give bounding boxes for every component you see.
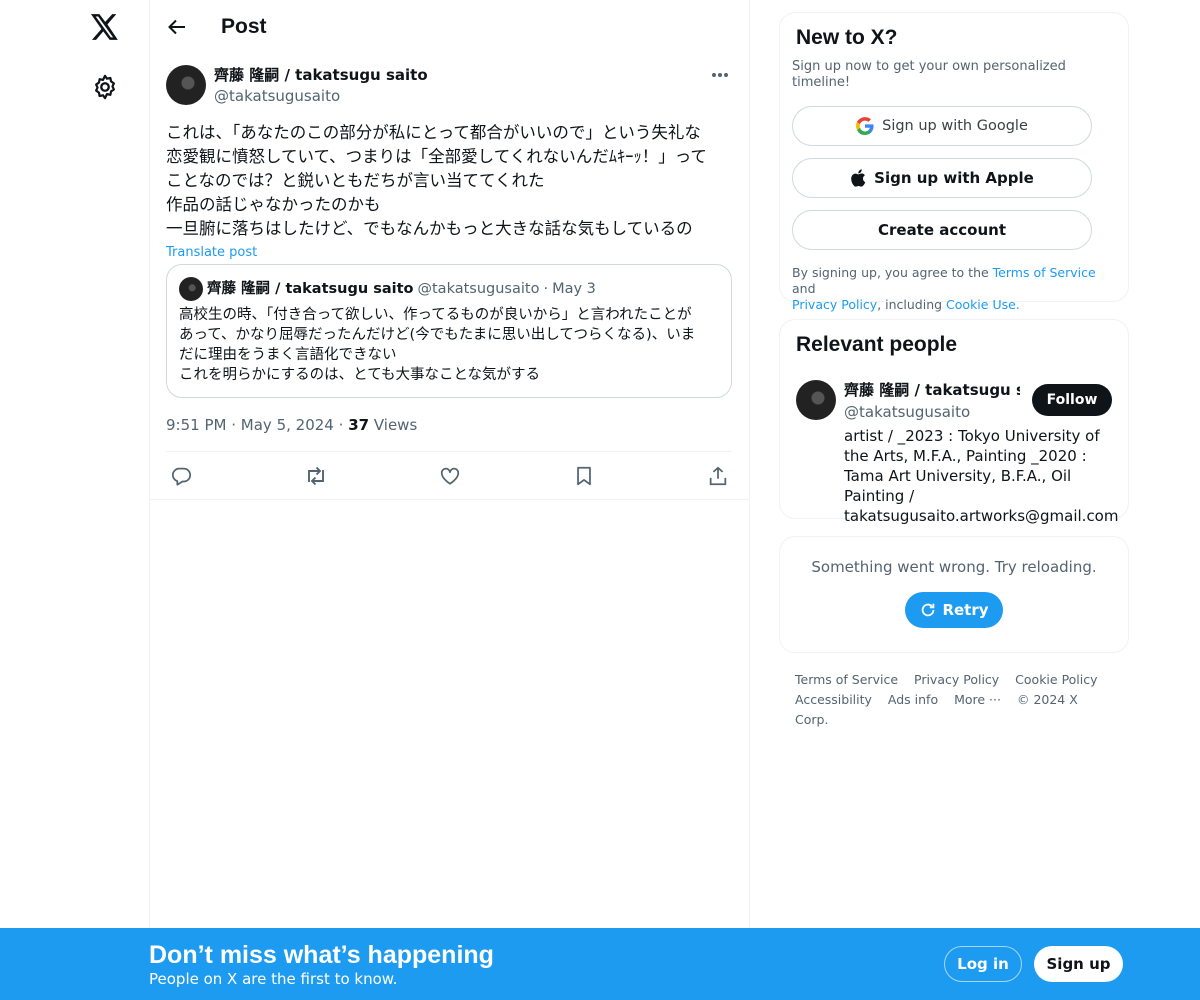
terms-text: , including (877, 297, 947, 312)
create-account-button[interactable]: Create account (792, 210, 1092, 250)
reply-icon[interactable] (170, 465, 192, 487)
sign-up-google-button[interactable]: Sign up with Google (792, 106, 1092, 146)
x-logo-icon[interactable] (88, 10, 122, 44)
follow-button[interactable]: Follow (1032, 384, 1112, 416)
new-to-x-card: New to X? Sign up now to get your own pe… (779, 12, 1129, 312)
views-count: 37 (348, 416, 370, 434)
meta-separator: · (338, 416, 344, 434)
sign-up-button[interactable]: Sign up (1034, 946, 1123, 982)
quote-header: 齊藤 隆嗣 / takatsugu saito @takatsugusaito … (179, 277, 719, 301)
apple-icon (851, 169, 866, 187)
share-icon[interactable] (707, 465, 729, 487)
repost-icon[interactable] (304, 465, 326, 487)
terms-text: By signing up, you agree to the (792, 265, 993, 280)
refresh-icon (922, 603, 935, 617)
footer-accessibility-link[interactable]: Accessibility (795, 692, 872, 707)
error-message: Something went wrong. Try reloading. (811, 558, 1097, 576)
settings-gear-icon[interactable] (91, 73, 119, 101)
log-in-button[interactable]: Log in (944, 946, 1022, 982)
quote-author-handle: @takatsugusaito (417, 281, 540, 297)
footer-cookie-link[interactable]: Cookie Policy (1015, 672, 1097, 687)
meta-separator: · (231, 416, 237, 434)
left-nav (0, 0, 150, 1000)
quote-date: May 3 (552, 281, 596, 297)
relevant-people-card: Relevant people 齊藤 隆嗣 / takatsugu saito … (779, 319, 1129, 525)
terms-of-service-link[interactable]: Terms of Service (993, 265, 1096, 280)
post-date[interactable]: May 5, 2024 (241, 416, 334, 434)
avatar[interactable] (166, 65, 206, 105)
error-card: Something went wrong. Try reloading. Ret… (779, 536, 1129, 653)
apple-button-label: Sign up with Apple (874, 169, 1034, 187)
new-to-x-title: New to X? (796, 26, 898, 49)
quote-avatar (179, 277, 203, 301)
avatar[interactable] (796, 380, 836, 420)
right-sidebar: New to X? Sign up now to get your own pe… (779, 12, 1129, 730)
banner-title: Don’t miss what’s happening (149, 941, 494, 969)
cookie-use-link[interactable]: Cookie Use. (946, 297, 1020, 312)
retry-label: Retry (942, 601, 989, 619)
footer-privacy-link[interactable]: Privacy Policy (914, 672, 999, 687)
like-heart-icon[interactable] (439, 465, 461, 487)
more-options-icon[interactable] (708, 65, 732, 85)
post-meta: 9:51 PM · May 5, 2024 · 37 Views (166, 415, 732, 452)
post-detail: 齊藤 隆嗣 / takatsugu saito @takatsugusaito … (150, 65, 749, 500)
post-author: 齊藤 隆嗣 / takatsugu saito @takatsugusaito (166, 65, 732, 107)
footer-ads-link[interactable]: Ads info (888, 692, 938, 707)
post-header: Post (150, 0, 749, 53)
views-label: Views (373, 416, 418, 434)
bookmark-icon[interactable] (573, 465, 595, 487)
banner-subtitle: People on X are the first to know. (149, 970, 398, 988)
post-text: これは、「あなたのこの部分が私にとって都合がいいので」という失礼な 恋愛観に憤怒… (166, 123, 707, 238)
page-title: Post (221, 14, 267, 38)
signup-banner: Don’t miss what’s happening People on X … (0, 928, 1200, 1000)
terms-text: and (792, 281, 816, 296)
author-names: 齊藤 隆嗣 / takatsugu saito @takatsugusaito (214, 65, 428, 107)
main-column: Post 齊藤 隆嗣 / takatsugu saito @takatsugus… (149, 0, 750, 1000)
person-bio: artist / _2023 : Tokyo University of the… (844, 427, 1119, 525)
google-button-label: Sign up with Google (882, 118, 1028, 134)
post-time[interactable]: 9:51 PM (166, 416, 226, 434)
privacy-policy-link[interactable]: Privacy Policy (792, 297, 877, 312)
footer-more-link[interactable]: More ··· (954, 692, 1001, 707)
relevant-person[interactable]: 齊藤 隆嗣 / takatsugu saito @takatsugusaito … (796, 380, 1119, 526)
quoted-post[interactable]: 齊藤 隆嗣 / takatsugu saito @takatsugusaito … (166, 264, 732, 398)
new-to-x-subtitle: Sign up now to get your own personalized… (792, 59, 1066, 90)
footer-terms-link[interactable]: Terms of Service (795, 672, 898, 687)
sign-up-apple-button[interactable]: Sign up with Apple (792, 158, 1092, 198)
retry-button[interactable]: Retry (905, 592, 1003, 628)
author-handle[interactable]: @takatsugusaito (214, 86, 428, 107)
footer-links: Terms of Service Privacy Policy Cookie P… (779, 670, 1129, 730)
quote-separator: · (543, 281, 549, 297)
post-actions (150, 452, 749, 500)
person-name[interactable]: 齊藤 隆嗣 / takatsugu saito (844, 380, 1020, 400)
quote-text: 高校生の時、「付き合って欲しい、作ってるものが良いから」と言われたことが あって… (179, 307, 696, 383)
author-name[interactable]: 齊藤 隆嗣 / takatsugu saito (214, 65, 428, 86)
google-icon (856, 117, 874, 135)
relevant-people-title: Relevant people (796, 333, 958, 356)
translate-post-link[interactable]: Translate post (166, 244, 732, 262)
quote-author-name: 齊藤 隆嗣 / takatsugu saito (207, 281, 414, 297)
signup-terms: By signing up, you agree to the Terms of… (792, 265, 1116, 313)
back-arrow-icon[interactable] (149, 0, 205, 53)
